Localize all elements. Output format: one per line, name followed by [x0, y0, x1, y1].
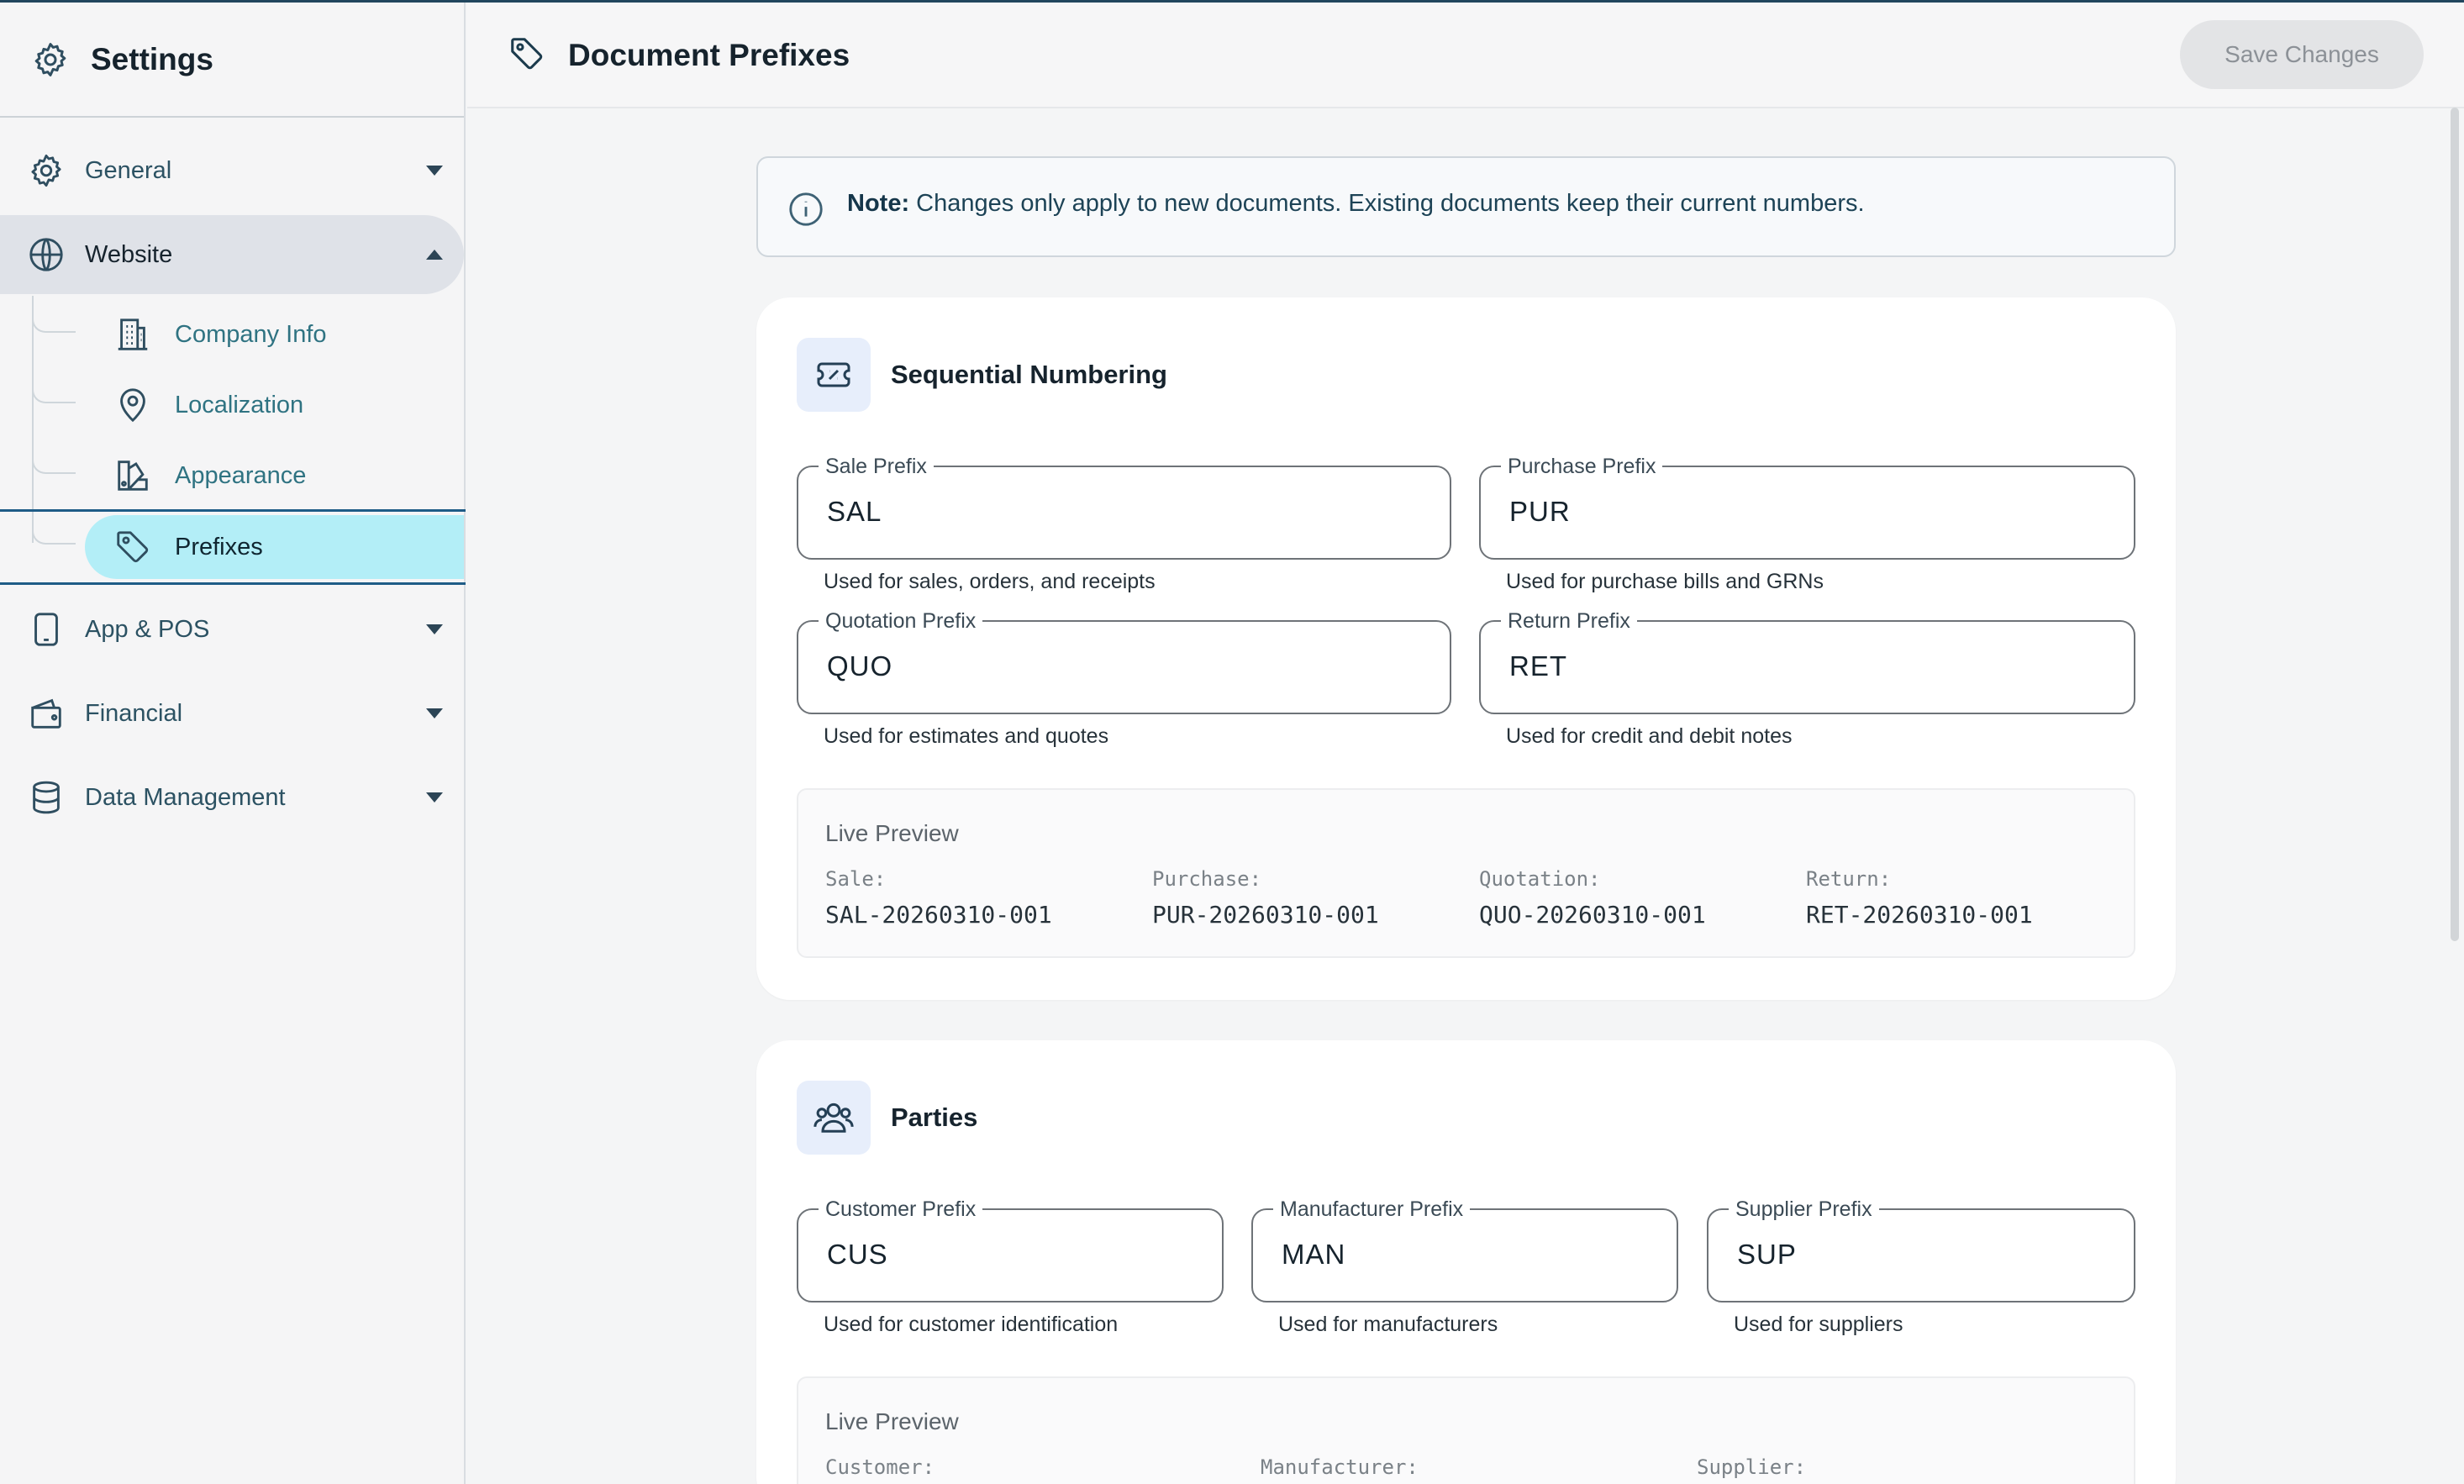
page-title: Document Prefixes [568, 38, 850, 72]
map-pin-icon [120, 388, 145, 423]
sidebar-item-label: Website [85, 240, 173, 268]
field-label: Manufacturer Prefix [1273, 1198, 1471, 1220]
gear-icon [34, 42, 66, 76]
field-helper: Used for estimates and quotes [824, 724, 1109, 748]
manufacturer-prefix-input[interactable]: MAN [1282, 1239, 1620, 1271]
card-icon-badge [797, 338, 871, 412]
palette-swatch-icon [118, 460, 148, 491]
preview-label: Manufacturer: [1261, 1455, 1419, 1479]
preview-label: Purchase: [1152, 867, 1262, 891]
preview-label: Supplier: [1697, 1455, 1807, 1479]
field-label: Customer Prefix [819, 1198, 983, 1220]
card-title: Sequential Numbering [891, 360, 1167, 389]
gear-icon [31, 154, 61, 187]
info-icon [789, 192, 823, 226]
sidebar-item-website[interactable]: Website [0, 215, 464, 294]
quotation-prefix-field[interactable]: Quotation Prefix QUO [797, 610, 1451, 714]
purchase-prefix-field[interactable]: Purchase Prefix PUR [1479, 455, 2135, 560]
card-header: Parties [797, 1081, 977, 1155]
caret-down-icon [426, 624, 443, 634]
preview-label: Customer: [825, 1455, 935, 1479]
scrollbar[interactable] [2451, 108, 2459, 941]
field-helper: Used for sales, orders, and receipts [824, 570, 1156, 593]
parties-card: Parties Customer Prefix CUS Used for cus… [756, 1040, 2176, 1484]
sidebar-subitem-company-info[interactable]: Company Info [0, 299, 464, 370]
live-preview: Live Preview Sale: SAL-20260310-001 Purc… [797, 788, 2135, 958]
sidebar-item-label: Data Management [85, 783, 286, 811]
preview-label: Sale: [825, 867, 887, 891]
customer-prefix-input[interactable]: CUS [827, 1239, 1166, 1271]
preview-value: PUR-20260310-001 [1152, 901, 1379, 929]
field-helper: Used for purchase bills and GRNs [1506, 570, 1824, 593]
live-preview: Live Preview Customer: Manufacturer: Sup… [797, 1376, 2135, 1484]
caret-down-icon [426, 792, 443, 803]
preview-value: SAL-20260310-001 [825, 901, 1052, 929]
smartphone-icon [34, 613, 58, 646]
sidebar-item-label: General [85, 156, 172, 184]
preview-label: Quotation: [1479, 867, 1601, 891]
manufacturer-prefix-field[interactable]: Manufacturer Prefix MAN [1251, 1198, 1678, 1302]
info-note: Note: Changes only apply to new document… [756, 156, 2176, 257]
sidebar-item-label: App & POS [85, 615, 210, 643]
field-label: Sale Prefix [819, 455, 934, 477]
customer-prefix-field[interactable]: Customer Prefix CUS [797, 1198, 1224, 1302]
field-label: Supplier Prefix [1729, 1198, 1879, 1220]
card-icon-badge [797, 1081, 871, 1155]
field-label: Quotation Prefix [819, 610, 983, 632]
building-icon [118, 318, 148, 350]
caret-down-icon [426, 166, 443, 176]
tag-icon [117, 531, 149, 563]
preview-title: Live Preview [825, 1408, 959, 1434]
quotation-prefix-input[interactable]: QUO [827, 650, 1348, 682]
database-icon [33, 781, 60, 814]
field-label: Purchase Prefix [1501, 455, 1663, 477]
field-helper: Used for manufacturers [1278, 1313, 1498, 1336]
return-prefix-input[interactable]: RET [1509, 650, 2032, 682]
field-label: Return Prefix [1501, 610, 1637, 632]
preview-label: Return: [1806, 867, 1892, 891]
save-changes-button[interactable]: Save Changes [2180, 20, 2424, 89]
sidebar-item-data-management[interactable]: Data Management [0, 758, 464, 837]
note-body: Changes only apply to new documents. Exi… [916, 190, 1865, 217]
globe-icon [29, 238, 63, 271]
sidebar-subitem-prefixes[interactable]: Prefixes [0, 512, 464, 582]
sale-prefix-input[interactable]: SAL [827, 496, 1348, 528]
users-group-icon [813, 1102, 854, 1133]
sidebar-subitem-label: Localization [175, 391, 304, 418]
tag-icon [511, 38, 543, 70]
supplier-prefix-input[interactable]: SUP [1737, 1239, 2077, 1271]
page-header: Document Prefixes Save Changes [467, 3, 2464, 108]
note-bold: Note: [847, 190, 910, 217]
wallet-icon [31, 698, 61, 729]
field-helper: Used for credit and debit notes [1506, 724, 1793, 748]
sidebar-item-app-pos[interactable]: App & POS [0, 590, 464, 669]
sidebar-item-label: Financial [85, 699, 183, 727]
purchase-prefix-input[interactable]: PUR [1509, 496, 2032, 528]
caret-up-icon [426, 250, 443, 260]
field-helper: Used for suppliers [1734, 1313, 1903, 1336]
sidebar-subitem-label: Appearance [175, 461, 307, 489]
card-header: Sequential Numbering [797, 338, 1167, 412]
note-text: Note: Changes only apply to new document… [847, 190, 1865, 218]
return-prefix-field[interactable]: Return Prefix RET [1479, 610, 2135, 714]
sidebar-subitem-localization[interactable]: Localization [0, 370, 464, 440]
field-helper: Used for customer identification [824, 1313, 1119, 1336]
sequential-numbering-card: Sequential Numbering Sale Prefix SAL Use… [756, 297, 2176, 1000]
sidebar-item-general[interactable]: General [0, 131, 464, 210]
supplier-prefix-field[interactable]: Supplier Prefix SUP [1707, 1198, 2135, 1302]
preview-title: Live Preview [825, 820, 959, 846]
sidebar-subitem-label: Prefixes [175, 533, 263, 560]
sale-prefix-field[interactable]: Sale Prefix SAL [797, 455, 1451, 560]
preview-value: RET-20260310-001 [1806, 901, 2033, 929]
sidebar-header: Settings [0, 3, 464, 118]
sidebar-item-financial[interactable]: Financial [0, 674, 464, 753]
caret-down-icon [426, 708, 443, 718]
sidebar-subitem-label: Company Info [175, 320, 327, 348]
card-title: Parties [891, 1102, 978, 1132]
ticket-percent-icon [817, 362, 850, 387]
preview-value: QUO-20260310-001 [1479, 901, 1706, 929]
sidebar-title: Settings [91, 41, 213, 76]
settings-sidebar: Settings General Website Company Info Lo… [0, 3, 466, 1484]
sidebar-subitem-appearance[interactable]: Appearance [0, 440, 464, 511]
